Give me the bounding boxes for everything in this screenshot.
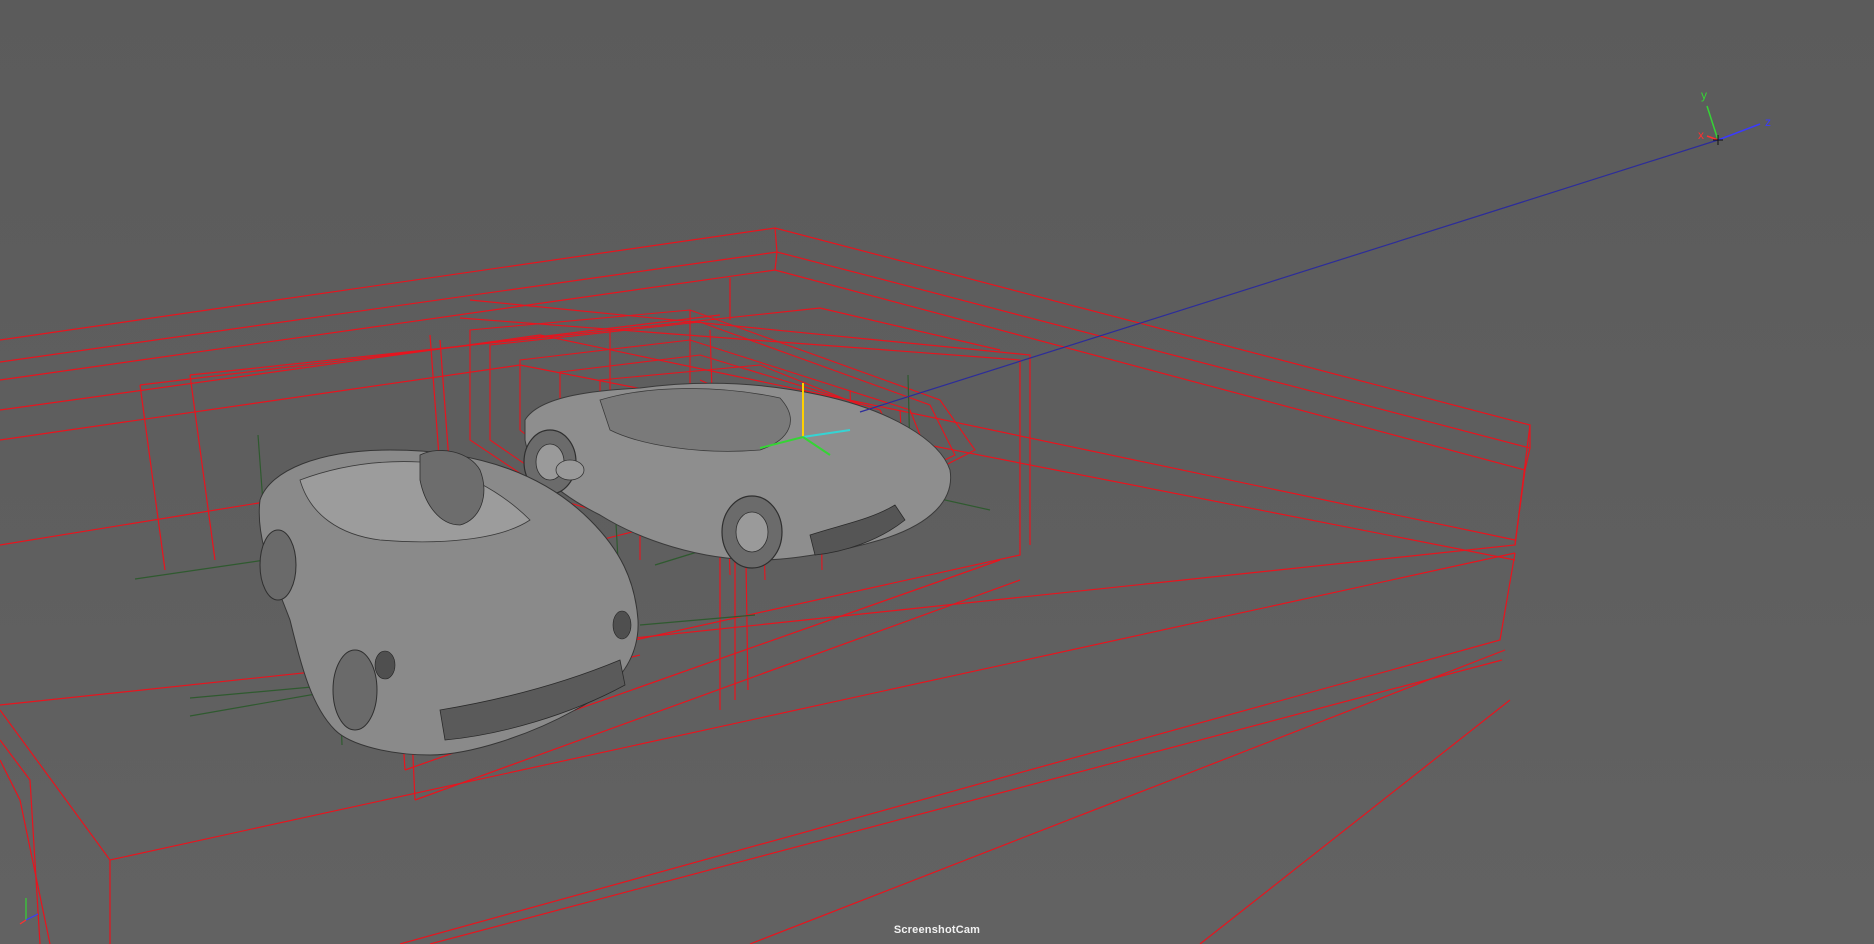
x-axis-label: x [1698, 128, 1704, 142]
camera-name-label: ScreenshotCam [893, 924, 981, 936]
z-axis-label: z [1765, 115, 1771, 129]
bounding-boxes-outer [0, 227, 1531, 944]
camera-axis-line [859, 139, 1719, 413]
corner-axes-icon [19, 898, 39, 925]
view-axes-gizmo[interactable]: x y z [1698, 88, 1771, 145]
scene-canvas[interactable]: x y z [0, 0, 1874, 944]
3d-viewport[interactable]: x y z ScreenshotCam [0, 0, 1874, 944]
y-axis-label: y [1701, 88, 1707, 102]
